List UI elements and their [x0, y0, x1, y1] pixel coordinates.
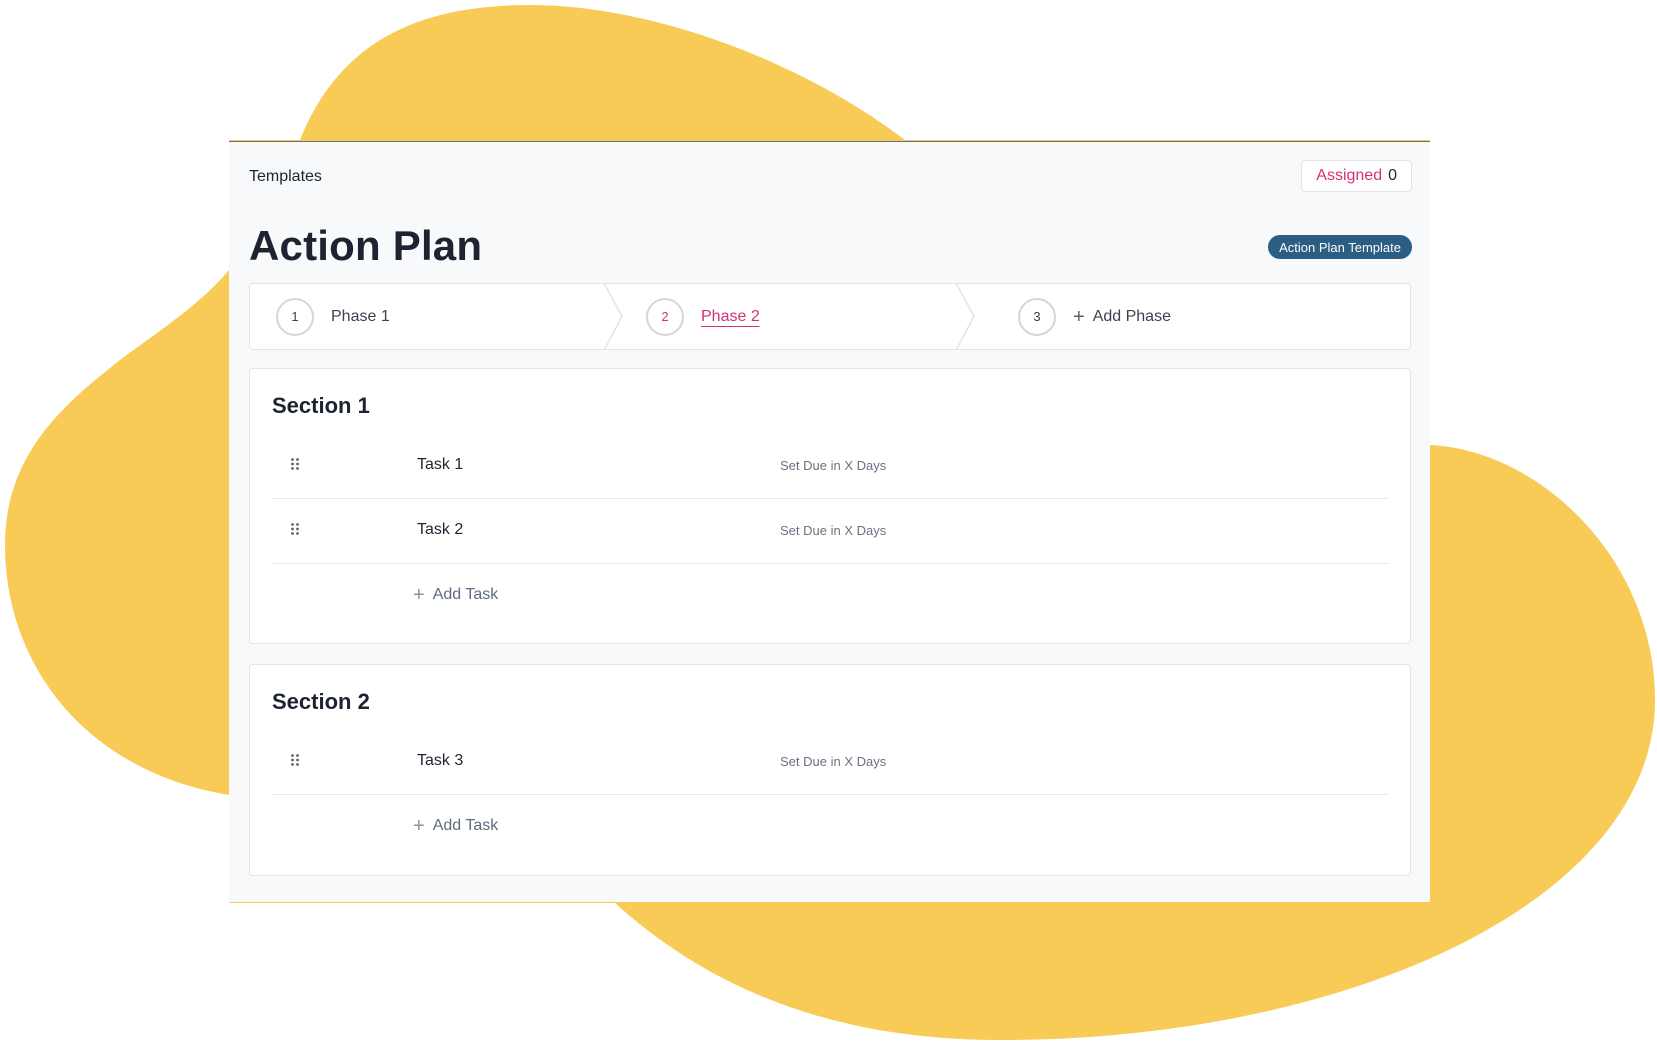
set-due-link[interactable]: Set Due in X Days — [780, 754, 886, 769]
add-task-button[interactable]: + Add Task — [413, 816, 498, 836]
add-task-label: Add Task — [432, 586, 499, 603]
add-task-label: Add Task — [432, 817, 499, 834]
section-card: Section 2 Task 3 Set Due in X Days + Add… — [249, 664, 1411, 876]
plus-icon: + — [1073, 305, 1085, 328]
phase-step-3[interactable]: 3 + Add Phase — [1018, 284, 1171, 349]
drag-handle-icon[interactable] — [290, 753, 300, 767]
section-card: Section 1 Task 1 Set Due in X Days Task … — [249, 368, 1411, 644]
set-due-link[interactable]: Set Due in X Days — [780, 458, 886, 473]
phase-label: Phase 2 — [701, 307, 760, 325]
phase-number-badge: 2 — [646, 297, 684, 336]
add-phase-label: Add Phase — [1092, 307, 1171, 325]
phase-step-2[interactable]: 2 Phase 2 — [646, 284, 760, 349]
phase-number-badge: 3 — [1018, 297, 1056, 336]
phase-stepper: 1 Phase 1 2 Phase 2 3 + Add Phase — [249, 283, 1411, 350]
template-panel: Templates Assigned 0 Action Plan Action … — [229, 141, 1430, 902]
drag-handle-icon[interactable] — [290, 457, 300, 471]
phase-number-badge: 1 — [276, 297, 314, 336]
drag-handle-icon[interactable] — [290, 522, 300, 536]
section-title: Section 2 — [272, 689, 370, 714]
task-row[interactable]: Task 2 Set Due in X Days — [272, 499, 1389, 564]
set-due-link[interactable]: Set Due in X Days — [780, 523, 886, 538]
page-title: Action Plan — [249, 222, 483, 269]
section-title: Section 1 — [272, 393, 370, 418]
task-row[interactable]: Task 1 Set Due in X Days — [272, 434, 1389, 499]
plus-icon: + — [413, 815, 425, 837]
template-badge: Action Plan Template — [1268, 235, 1412, 259]
assigned-label: Assigned — [1316, 167, 1383, 184]
phase-step-1[interactable]: 1 Phase 1 — [276, 284, 390, 349]
phase-label: Phase 1 — [331, 307, 390, 325]
breadcrumb-templates[interactable]: Templates — [249, 168, 322, 186]
phase-separator-icon — [955, 283, 975, 350]
add-task-button[interactable]: + Add Task — [413, 585, 498, 605]
task-row[interactable]: Task 3 Set Due in X Days — [272, 730, 1389, 795]
task-name[interactable]: Task 2 — [417, 521, 463, 539]
task-name[interactable]: Task 1 — [417, 456, 463, 474]
plus-icon: + — [413, 584, 425, 606]
assigned-counter-button[interactable]: Assigned 0 — [1301, 160, 1412, 192]
phase-separator-icon — [603, 283, 623, 350]
task-name[interactable]: Task 3 — [417, 752, 463, 770]
add-phase-button[interactable]: + Add Phase — [1073, 307, 1171, 327]
assigned-count: 0 — [1388, 167, 1397, 184]
